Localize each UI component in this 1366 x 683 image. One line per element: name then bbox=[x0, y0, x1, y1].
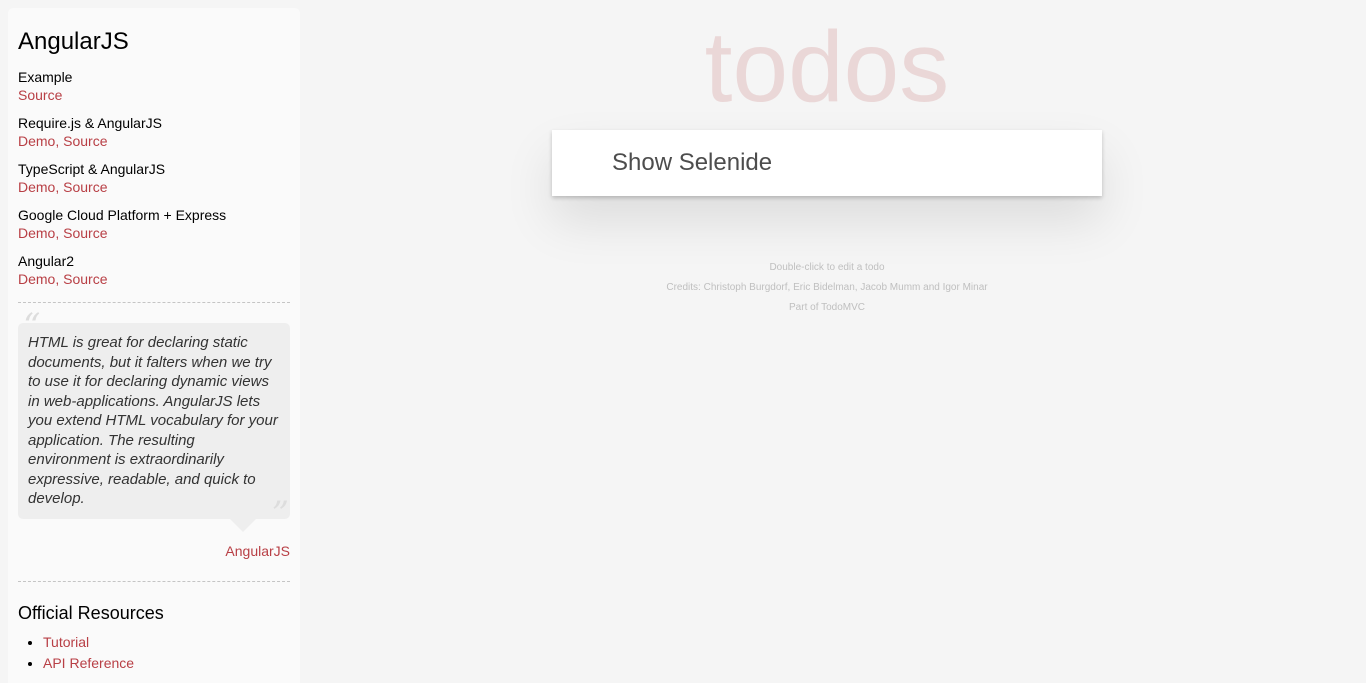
example-item: Example Source bbox=[18, 68, 290, 105]
close-quote-icon: ” bbox=[271, 493, 289, 534]
list-item: Tutorial bbox=[43, 632, 290, 653]
quote-text: HTML is great for declaring static docum… bbox=[28, 334, 278, 507]
divider bbox=[18, 302, 290, 303]
learn-sidebar: AngularJS Example Source Require.js & An… bbox=[8, 8, 300, 683]
example-item: TypeScript & AngularJS Demo, Source bbox=[18, 160, 290, 197]
demo-link[interactable]: Demo bbox=[18, 225, 55, 241]
example-links: Demo, Source bbox=[18, 132, 290, 151]
api-reference-link[interactable]: API Reference bbox=[43, 655, 134, 671]
list-item: API Reference bbox=[43, 653, 290, 674]
tutorial-link[interactable]: Tutorial bbox=[43, 634, 89, 650]
quote-bubble: “ HTML is great for declaring static doc… bbox=[18, 309, 290, 532]
demo-link[interactable]: Demo bbox=[18, 179, 55, 195]
sidebar-title: AngularJS bbox=[18, 28, 129, 55]
open-quote-icon: “ bbox=[23, 306, 41, 346]
edit-hint: Double-click to edit a todo bbox=[769, 262, 885, 273]
link-separator: , bbox=[55, 179, 64, 195]
example-name: Require.js & AngularJS bbox=[18, 115, 162, 131]
source-link[interactable]: Source bbox=[18, 87, 62, 103]
link-separator: , bbox=[55, 271, 64, 287]
source-link[interactable]: Source bbox=[63, 225, 107, 241]
source-link[interactable]: Source bbox=[63, 271, 107, 287]
part-of-todomvc: Part of TodoMVC bbox=[789, 302, 865, 313]
link-separator: , bbox=[55, 225, 64, 241]
info-footer: Double-click to edit a todo Credits: Chr… bbox=[552, 258, 1102, 318]
demo-link[interactable]: Demo bbox=[18, 271, 55, 287]
example-links: Demo, Source bbox=[18, 178, 290, 197]
example-name: TypeScript & AngularJS bbox=[18, 161, 166, 177]
example-name: Google Cloud Platform + Express bbox=[18, 207, 227, 223]
new-todo-input[interactable] bbox=[552, 130, 1102, 196]
demo-link[interactable]: Demo bbox=[18, 133, 55, 149]
example-links: Source bbox=[18, 86, 290, 105]
example-item: Require.js & AngularJS Demo, Source bbox=[18, 114, 290, 151]
example-item: Angular2 Demo, Source bbox=[18, 252, 290, 289]
link-separator: , bbox=[55, 133, 64, 149]
example-name: Angular2 bbox=[18, 253, 75, 269]
quote-attribution: AngularJS bbox=[18, 542, 290, 561]
attribution-link[interactable]: AngularJS bbox=[225, 543, 290, 559]
resources-list: Tutorial API Reference bbox=[18, 632, 290, 674]
quote-block: “ HTML is great for declaring static doc… bbox=[18, 309, 290, 561]
quote-tail bbox=[230, 518, 256, 532]
app-title: todos bbox=[704, 11, 950, 123]
divider bbox=[18, 580, 290, 582]
todo-app bbox=[552, 130, 1102, 196]
source-link[interactable]: Source bbox=[63, 133, 107, 149]
example-links: Demo, Source bbox=[18, 270, 290, 289]
example-name: Example bbox=[18, 69, 73, 85]
source-link[interactable]: Source bbox=[63, 179, 107, 195]
credits: Credits: Christoph Burgdorf, Eric Bidelm… bbox=[666, 282, 988, 293]
example-links: Demo, Source bbox=[18, 224, 290, 243]
example-item: Google Cloud Platform + Express Demo, So… bbox=[18, 206, 290, 243]
resources-heading: Official Resources bbox=[18, 602, 164, 623]
